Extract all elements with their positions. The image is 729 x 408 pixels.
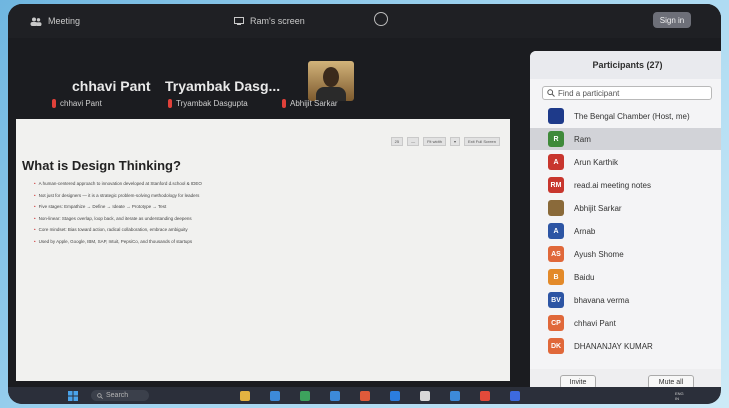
participant-name: Arnab bbox=[574, 226, 596, 236]
taskbar-app-icon[interactable] bbox=[300, 391, 310, 401]
participant-avatar: B bbox=[548, 269, 564, 285]
tile-sub-tryambak-label: Tryambak Dasgupta bbox=[176, 99, 248, 108]
participant-row[interactable]: B Baidu bbox=[530, 266, 721, 288]
slide-bullet: Core mindset: Bias toward action, radica… bbox=[34, 227, 202, 232]
participant-name: Ayush Shome bbox=[574, 249, 624, 259]
participant-avatar: AS bbox=[548, 246, 564, 262]
slide-bullet: Five stages: Empathize → Define → Ideate… bbox=[34, 204, 202, 209]
participants-header: Participants (27) bbox=[530, 51, 721, 79]
share-label: Ram's screen bbox=[250, 16, 305, 26]
windows-taskbar: Search ENG IN bbox=[8, 387, 721, 404]
people-icon bbox=[30, 17, 42, 26]
participant-name: DHANANJAY KUMAR bbox=[574, 341, 653, 351]
fit-width-button[interactable]: Fit width bbox=[423, 137, 446, 146]
taskbar-app-icon[interactable] bbox=[270, 391, 280, 401]
system-tray[interactable]: ENG IN bbox=[675, 391, 684, 401]
taskbar-app-icon[interactable] bbox=[330, 391, 340, 401]
slide-bullet: A human-centered approach to innovation … bbox=[34, 181, 202, 186]
windows-start-icon[interactable] bbox=[68, 391, 78, 401]
muted-mic-icon bbox=[168, 99, 172, 108]
taskbar-search-box[interactable]: Search bbox=[91, 390, 149, 401]
video-thumbnail-abhijit[interactable] bbox=[308, 61, 354, 101]
tile-sub-chhavi: chhavi Pant bbox=[52, 99, 102, 108]
participant-row[interactable]: A Arnab bbox=[530, 220, 721, 242]
taskbar-app-icon[interactable] bbox=[450, 391, 460, 401]
participant-row[interactable]: RM read.ai meeting notes bbox=[530, 174, 721, 196]
taskbar-app-icon[interactable] bbox=[510, 391, 520, 401]
taskbar-app-icon[interactable] bbox=[240, 391, 250, 401]
monitor-screen: Meeting Ram's screen Sign in chhavi Pant… bbox=[8, 4, 721, 404]
meeting-app-label: Meeting bbox=[48, 16, 81, 26]
slide-bullets: A human-centered approach to innovation … bbox=[34, 181, 202, 250]
sign-in-button[interactable]: Sign in bbox=[653, 12, 691, 28]
participant-name: chhavi Pant bbox=[574, 318, 616, 328]
taskbar-app-icon[interactable] bbox=[360, 391, 370, 401]
participants-panel: Participants (27) Find a participant The… bbox=[530, 51, 721, 394]
participant-row[interactable]: DK DHANANJAY KUMAR bbox=[530, 335, 721, 357]
status-ring-icon[interactable] bbox=[374, 12, 388, 26]
participant-avatar: RM bbox=[548, 177, 564, 193]
participant-avatar: A bbox=[548, 223, 564, 239]
meeting-label: Meeting bbox=[30, 16, 80, 26]
participant-row[interactable]: CP chhavi Pant bbox=[530, 312, 721, 334]
tile-name-chhavi: chhavi Pant bbox=[72, 78, 151, 94]
shared-screen-slide: 25 — Fit width ▾ Exit Full Screen What i… bbox=[16, 119, 510, 381]
slide-bullet: Used by Apple, Google, IBM, SAP, Intuit,… bbox=[34, 239, 202, 244]
participant-row[interactable]: R Ram bbox=[530, 128, 721, 150]
screen-share-icon bbox=[234, 17, 244, 25]
participant-avatar bbox=[548, 200, 564, 216]
participant-avatar: A bbox=[548, 154, 564, 170]
search-icon bbox=[547, 89, 555, 97]
participant-name: Baidu bbox=[574, 272, 595, 282]
tile-sub-abhijit: Abhijit Sarkar bbox=[282, 99, 338, 108]
tile-sub-chhavi-label: chhavi Pant bbox=[60, 99, 102, 108]
participant-name: bhavana verma bbox=[574, 295, 630, 305]
participant-row[interactable]: BV bhavana verma bbox=[530, 289, 721, 311]
participant-row[interactable]: A Arun Karthik bbox=[530, 151, 721, 173]
participant-row[interactable]: Abhijit Sarkar bbox=[530, 197, 721, 219]
participant-avatar bbox=[548, 108, 564, 124]
share-indicator[interactable]: Ram's screen bbox=[234, 16, 305, 26]
participant-name: Ram bbox=[574, 134, 591, 144]
muted-mic-icon bbox=[282, 99, 286, 108]
zoom-out-button[interactable]: — bbox=[407, 137, 420, 146]
participant-avatar: BV bbox=[548, 292, 564, 308]
tile-name-tryambak: Tryambak Dasg... bbox=[165, 78, 281, 94]
tile-sub-tryambak: Tryambak Dasgupta bbox=[168, 99, 248, 108]
tile-sub-abhijit-label: Abhijit Sarkar bbox=[290, 99, 338, 108]
taskbar-app-icon[interactable] bbox=[480, 391, 490, 401]
search-icon bbox=[97, 392, 103, 399]
participant-avatar: CP bbox=[548, 315, 564, 331]
participant-avatar: DK bbox=[548, 338, 564, 354]
slide-view-toolbar: 25 — Fit width ▾ Exit Full Screen bbox=[390, 137, 500, 146]
meeting-title-bar: Meeting Ram's screen Sign in bbox=[8, 4, 721, 38]
participant-name: Arun Karthik bbox=[574, 157, 619, 167]
participant-search-input[interactable]: Find a participant bbox=[542, 86, 712, 100]
participant-name: The Bengal Chamber (Host, me) bbox=[574, 111, 690, 121]
video-tiles: chhavi Pant chhavi Pant Tryambak Dasg...… bbox=[8, 38, 528, 118]
participant-name: read.ai meeting notes bbox=[574, 180, 651, 190]
participant-avatar: R bbox=[548, 131, 564, 147]
participant-row[interactable]: AS Ayush Shome bbox=[530, 243, 721, 265]
taskbar-app-icon[interactable] bbox=[390, 391, 400, 401]
taskbar-search-label: Search bbox=[106, 392, 129, 399]
slide-bullet: Non-linear: Stages overlap, loop back, a… bbox=[34, 216, 202, 221]
participant-name: Abhijit Sarkar bbox=[574, 203, 622, 213]
tray-region: IN bbox=[675, 396, 679, 401]
participant-search-placeholder: Find a participant bbox=[558, 88, 620, 98]
muted-mic-icon bbox=[52, 99, 56, 108]
view-dropdown[interactable]: ▾ bbox=[449, 137, 460, 146]
zoom-value[interactable]: 25 bbox=[390, 137, 404, 146]
slide-bullet: Not just for designers — it is a strateg… bbox=[34, 193, 202, 198]
participant-row[interactable]: The Bengal Chamber (Host, me) bbox=[530, 105, 721, 127]
exit-full-screen-button[interactable]: Exit Full Screen bbox=[463, 137, 500, 146]
taskbar-app-icon[interactable] bbox=[420, 391, 430, 401]
slide-title: What is Design Thinking? bbox=[22, 158, 181, 173]
